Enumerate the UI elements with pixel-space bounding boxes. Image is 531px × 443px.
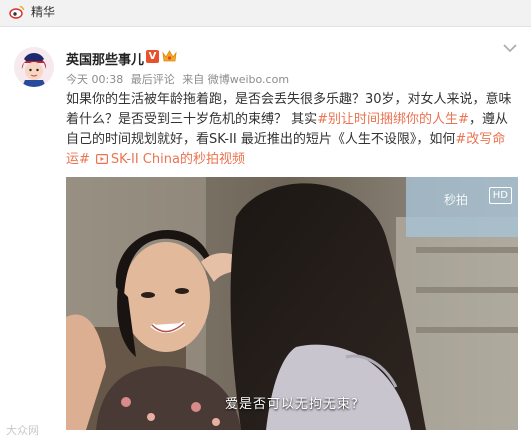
video-player[interactable]: 秒拍 HD 爱是否可以无拘无束? — [66, 177, 518, 430]
post-text: 如果你的生活被年龄拖着跑，是否会丢失很多乐趣？30岁，对女人来说，意味着什么？是… — [66, 90, 518, 170]
verified-badge: V — [146, 50, 159, 63]
video-link-icon — [95, 154, 108, 164]
video-link[interactable]: SK-II China的秒拍视频 — [111, 152, 245, 167]
cartoon-avatar-icon — [14, 47, 54, 87]
author-name[interactable]: 英国那些事儿 — [66, 49, 144, 68]
weibo-logo-icon — [9, 5, 25, 19]
crown-icon — [162, 50, 177, 62]
video-subtitle: 爱是否可以无拘无束? — [225, 397, 359, 412]
post-source[interactable]: 来自 微博weibo.com — [182, 73, 289, 86]
author-avatar[interactable] — [14, 47, 54, 87]
hd-badge: HD — [488, 187, 512, 204]
post-meta: 今天 00:38 最后评论 来自 微博weibo.com — [66, 71, 293, 87]
page-watermark: 大众网 — [6, 424, 39, 437]
dropdown-menu-icon[interactable] — [503, 43, 517, 53]
reply-tag: 最后评论 — [130, 73, 175, 86]
hashtag-link[interactable]: #别让时间捆绑你的人生# — [317, 112, 469, 127]
miaopai-watermark: 秒拍 — [443, 193, 468, 207]
post-date[interactable]: 今天 00:38 — [66, 73, 123, 86]
section-header: 精华 — [0, 0, 531, 27]
section-title: 精华 — [31, 5, 56, 19]
weibo-post: 英国那些事儿 V 今天 00:38 最后评论 来自 微博weibo.com 如果… — [0, 27, 531, 443]
